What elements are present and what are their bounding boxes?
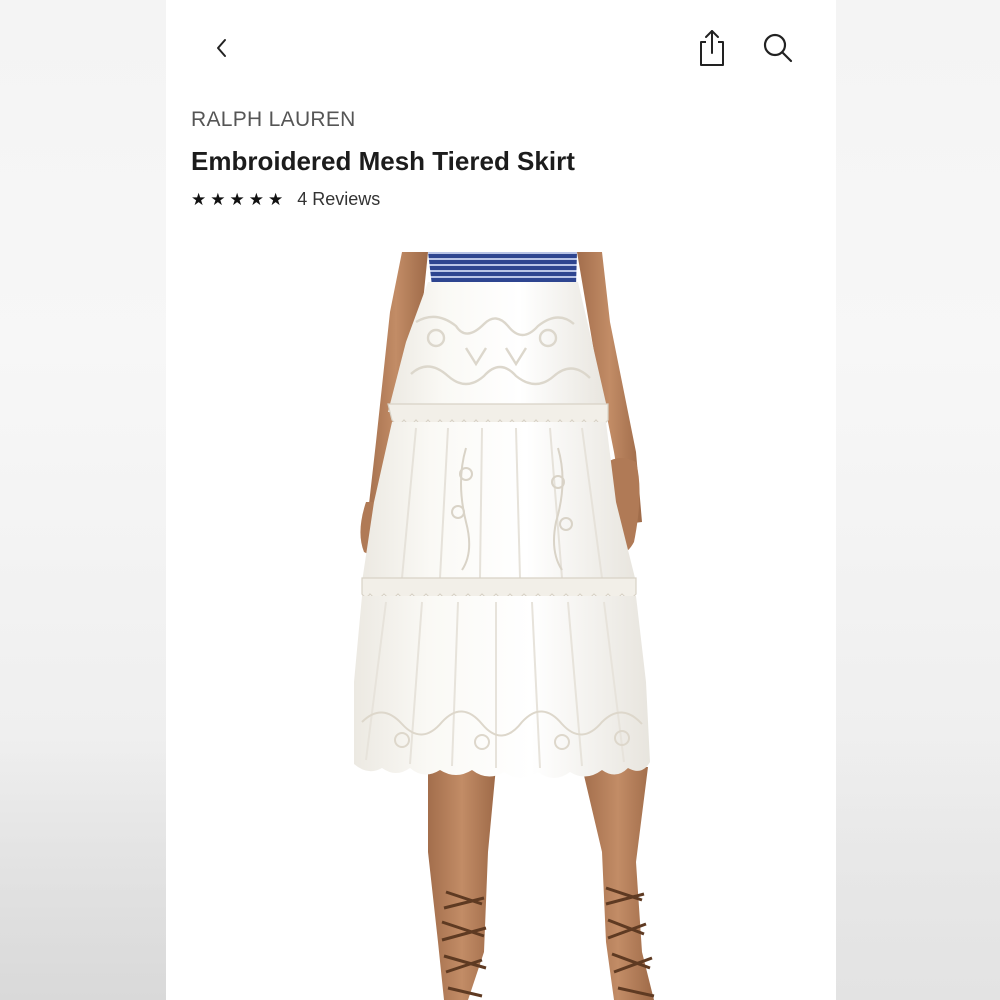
rating-row[interactable]: ★★★★★ 4 Reviews [191, 189, 380, 210]
blurred-background-left [0, 0, 166, 1000]
share-icon [700, 30, 724, 66]
product-image[interactable] [166, 252, 836, 1000]
skirt-yoke [388, 282, 608, 412]
skirt-bottom-tier [354, 596, 650, 778]
left-leg [428, 767, 496, 1000]
brand-name[interactable]: RALPH LAUREN [191, 108, 356, 132]
striped-top [428, 252, 577, 286]
back-button[interactable] [210, 34, 236, 62]
yoke-lace-trim [387, 403, 609, 425]
blurred-background-right [836, 0, 1000, 1000]
chevron-left-icon [217, 39, 226, 57]
middle-lace-trim [361, 577, 637, 599]
search-button[interactable] [762, 32, 794, 64]
product-title: Embroidered Mesh Tiered Skirt [191, 146, 575, 176]
search-icon [763, 33, 793, 63]
product-screen: RALPH LAUREN Embroidered Mesh Tiered Ski… [166, 0, 836, 1000]
reviews-link[interactable]: 4 Reviews [297, 189, 380, 210]
share-button[interactable] [696, 28, 728, 68]
star-rating: ★★★★★ [191, 189, 288, 210]
